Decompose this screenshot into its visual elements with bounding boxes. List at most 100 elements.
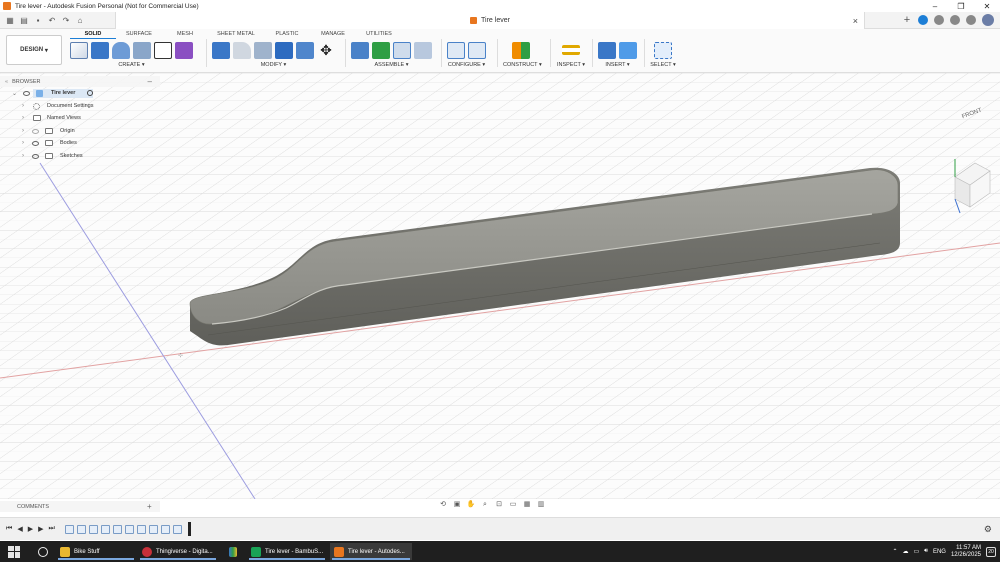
tree-item-named-views[interactable]: › Named Views — [0, 112, 160, 125]
tree-item-bodies[interactable]: › Bodies — [0, 137, 160, 150]
create-form-icon[interactable] — [175, 41, 193, 59]
notification-badge[interactable]: 20 — [986, 546, 996, 557]
add-comment-icon[interactable]: + — [147, 502, 152, 511]
file-menu-icon[interactable]: ▤ — [18, 15, 30, 26]
look-at-icon[interactable]: ▣ — [452, 500, 462, 509]
hidden-eye-icon[interactable] — [32, 128, 39, 134]
taskbar-item-thingiverse[interactable]: Thingiverse - Digita... — [138, 543, 218, 560]
configuration-table-icon[interactable] — [468, 41, 486, 59]
tab-sheet-metal[interactable]: SHEET METAL — [208, 30, 264, 39]
press-pull-icon[interactable] — [212, 41, 230, 59]
start-icon[interactable] — [8, 545, 20, 558]
notifications-icon[interactable] — [950, 15, 960, 25]
comments-panel[interactable]: COMMENTS + — [0, 501, 160, 512]
tab-plastic[interactable]: PLASTIC — [264, 30, 310, 39]
go-to-end-icon[interactable]: ⏭ — [48, 525, 54, 533]
timeline-feature[interactable] — [124, 524, 134, 534]
taskbar-item-bike-stuff[interactable]: Bike Stuff — [56, 543, 136, 560]
cloud-icon[interactable]: ☁ — [903, 548, 909, 555]
chevron-up-icon[interactable]: ⌃ — [892, 548, 897, 555]
insert-canvas-icon[interactable] — [619, 41, 637, 59]
inspect-menu[interactable]: INSPECT ▾ — [556, 62, 586, 68]
construct-menu[interactable]: CONSTRUCT ▾ — [503, 62, 542, 68]
timeline-feature[interactable] — [148, 524, 158, 534]
configure-icon[interactable] — [447, 41, 465, 59]
expand-arrow-icon[interactable]: › — [22, 128, 24, 134]
timeline-feature[interactable] — [136, 524, 146, 534]
create-sketch-icon[interactable] — [70, 41, 88, 59]
home-icon[interactable]: ⌂ — [74, 15, 86, 26]
expand-arrow-icon[interactable]: ⌄ — [12, 90, 17, 97]
taskbar-item-app[interactable] — [225, 543, 241, 560]
expand-arrow-icon[interactable]: › — [22, 115, 24, 121]
taskbar-item-bambu-studio[interactable]: Tire lever - BambuS... — [247, 543, 327, 560]
play-icon[interactable]: ▶ — [28, 525, 33, 533]
offset-plane-icon[interactable] — [512, 41, 530, 59]
timeline-marker[interactable] — [187, 522, 191, 536]
select-icon[interactable] — [654, 41, 672, 59]
tree-item-sketches[interactable]: › Sketches — [0, 150, 160, 163]
visibility-eye-icon[interactable] — [32, 141, 39, 146]
chamfer-icon[interactable] — [254, 41, 272, 59]
shell-icon[interactable] — [275, 41, 293, 59]
pan-icon[interactable]: ✋ — [466, 500, 476, 509]
avatar[interactable] — [982, 14, 994, 26]
language-indicator[interactable]: ENG — [933, 549, 946, 555]
tab-manage[interactable]: MANAGE — [310, 30, 356, 39]
expand-arrow-icon[interactable]: › — [22, 103, 24, 109]
zoom-icon[interactable]: ⌕ — [480, 500, 490, 509]
timeline-feature[interactable] — [88, 524, 98, 534]
activate-radio-icon[interactable] — [87, 90, 93, 96]
fillet-icon[interactable] — [233, 41, 251, 59]
minimize-browser-icon[interactable]: – — [148, 77, 152, 86]
volume-icon[interactable]: 🔊︎ — [924, 548, 928, 555]
taskbar-item-fusion[interactable]: Tire lever - Autodes... — [330, 543, 412, 560]
step-back-icon[interactable]: ◀ — [17, 525, 22, 533]
viewports-icon[interactable]: ▥ — [536, 500, 546, 509]
assemble-menu[interactable]: ASSEMBLE ▾ — [351, 62, 432, 68]
modify-menu[interactable]: MODIFY ▾ — [212, 62, 335, 68]
new-component-icon[interactable] — [351, 41, 369, 59]
combine-icon[interactable] — [296, 41, 314, 59]
timeline-feature[interactable] — [100, 524, 110, 534]
network-icon[interactable]: ▭ — [914, 548, 920, 555]
timeline-feature[interactable] — [112, 524, 122, 534]
configure-menu[interactable]: CONFIGURE ▾ — [447, 62, 486, 68]
fit-icon[interactable]: ⊡ — [494, 500, 504, 509]
rectangular-pattern-icon[interactable] — [154, 41, 172, 59]
close-tab-icon[interactable]: × — [853, 16, 858, 26]
timeline-feature[interactable] — [64, 524, 74, 534]
select-menu[interactable]: SELECT ▾ — [650, 62, 676, 68]
extensions-icon[interactable] — [918, 15, 928, 25]
joint-icon[interactable] — [372, 41, 390, 59]
tree-root[interactable]: ⌄ Tire lever — [0, 87, 160, 100]
tree-item-origin[interactable]: › Origin — [0, 125, 160, 138]
tab-mesh[interactable]: MESH — [162, 30, 208, 39]
tree-item-document-settings[interactable]: › Document Settings — [0, 100, 160, 113]
search-icon[interactable] — [38, 546, 48, 557]
measure-icon[interactable] — [562, 45, 580, 55]
insert-derive-icon[interactable] — [598, 41, 616, 59]
document-tab[interactable]: Tire lever × — [115, 12, 865, 29]
new-tab-icon[interactable]: + — [902, 15, 912, 26]
job-status-icon[interactable] — [934, 15, 944, 25]
extrude-icon[interactable] — [91, 41, 109, 59]
grid-settings-icon[interactable]: ▦ — [522, 500, 532, 509]
expand-arrow-icon[interactable]: › — [22, 153, 24, 159]
go-to-start-icon[interactable]: ⏮ — [6, 525, 12, 533]
tab-surface[interactable]: SURFACE — [116, 30, 162, 39]
timeline-feature[interactable] — [160, 524, 170, 534]
step-forward-icon[interactable]: ▶ — [38, 525, 43, 533]
timeline-feature[interactable] — [172, 524, 182, 534]
redo-icon[interactable]: ↷ — [60, 15, 72, 26]
hole-icon[interactable] — [133, 41, 151, 59]
expand-arrow-icon[interactable]: › — [22, 140, 24, 146]
revolve-icon[interactable] — [112, 41, 130, 59]
help-icon[interactable] — [966, 15, 976, 25]
clock[interactable]: 11:57 AM 12/26/2025 — [951, 545, 981, 559]
undo-icon[interactable]: ↶ — [46, 15, 58, 26]
create-menu[interactable]: CREATE ▾ — [70, 62, 193, 68]
grid-menu-icon[interactable]: ▦ — [4, 15, 16, 26]
as-built-joint-icon[interactable] — [393, 41, 411, 59]
workspace-switcher-button[interactable]: DESIGN ▾ — [6, 35, 62, 65]
